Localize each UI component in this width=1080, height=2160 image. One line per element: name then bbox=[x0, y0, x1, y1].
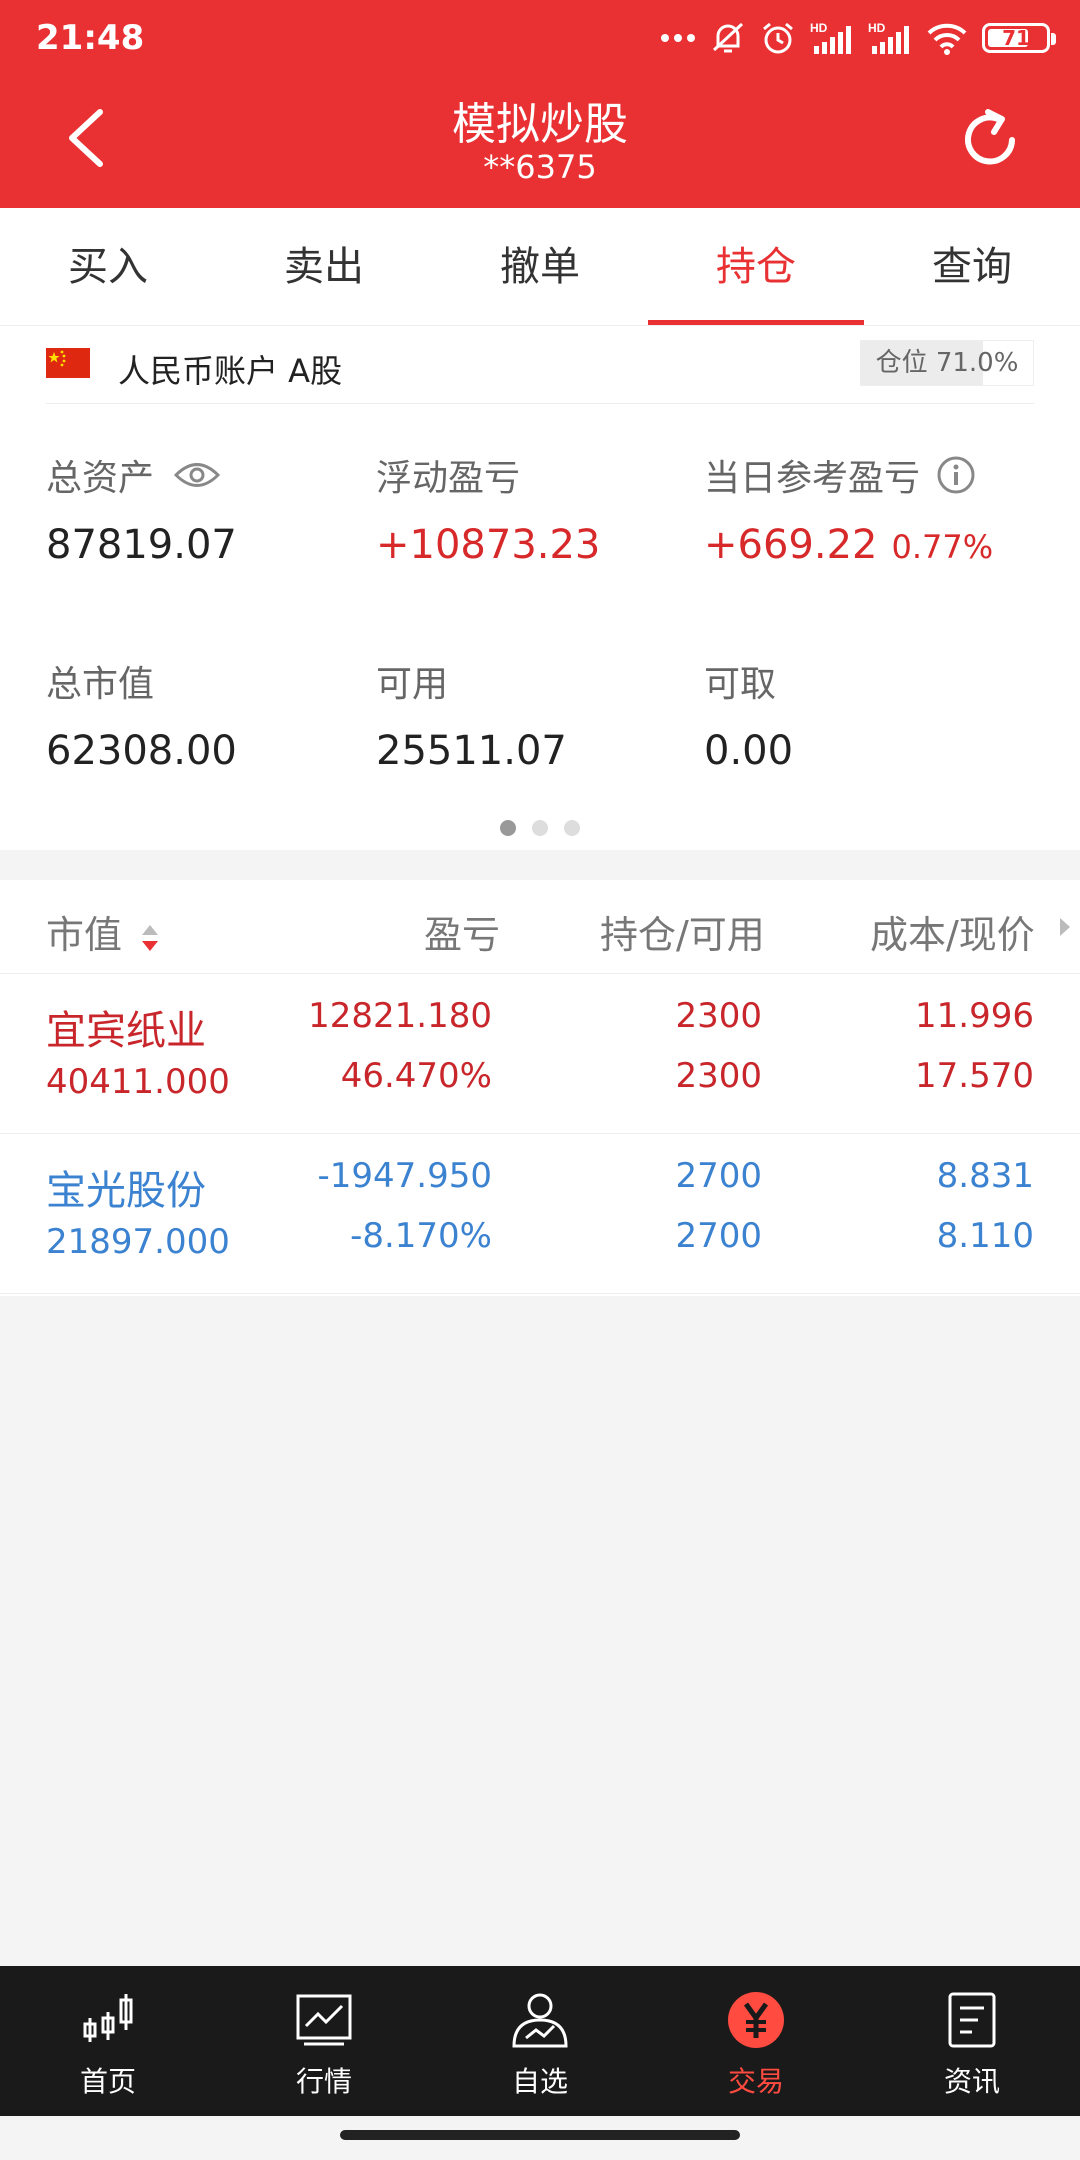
yuan-trade-icon bbox=[724, 1988, 788, 2052]
nav-trade[interactable]: 交易 bbox=[648, 1966, 864, 2116]
daily-pl-label: 当日参考盈亏 bbox=[704, 458, 921, 499]
network-badge-1: HD bbox=[810, 21, 828, 35]
tab-sell[interactable]: 卖出 bbox=[216, 208, 432, 325]
withdrawable-value: 0.00 bbox=[704, 728, 794, 774]
header-position: 持仓/可用 bbox=[600, 913, 765, 957]
position-ratio-text: 仓位 71.0% bbox=[875, 348, 1019, 378]
refresh-button[interactable] bbox=[958, 108, 1022, 172]
stock-pl-pct: -8.170% bbox=[350, 1216, 492, 1256]
holdings-header: 市值 盈亏 持仓/可用 成本/现价 bbox=[0, 880, 1080, 974]
alarm-icon bbox=[763, 22, 793, 54]
market-value-label: 总市值 bbox=[46, 664, 155, 705]
nav-market-label: 行情 bbox=[295, 2065, 352, 2098]
chevron-right-icon[interactable] bbox=[1058, 916, 1072, 938]
holdings-table: 市值 盈亏 持仓/可用 成本/现价 宜宾纸业 40411.000 12821.1… bbox=[0, 880, 1080, 1296]
available-metric: 可用 25511.07 bbox=[376, 656, 696, 774]
nav-trade-label: 交易 bbox=[727, 2065, 784, 2098]
stock-pl: 12821.180 bbox=[308, 996, 492, 1036]
stock-name: 宜宾纸业 bbox=[46, 1008, 206, 1054]
status-bar: 21:48 HD HD 71 bbox=[0, 0, 1080, 76]
withdrawable-metric: 可取 0.00 bbox=[704, 656, 1024, 774]
stock-pl: -1947.950 bbox=[317, 1156, 493, 1196]
status-icons: HD HD 71 bbox=[660, 18, 1056, 58]
stock-available: 2700 bbox=[675, 1216, 762, 1256]
position-ratio-badge: 仓位 71.0% bbox=[860, 340, 1034, 386]
stock-market-value: 40411.000 bbox=[46, 1062, 230, 1102]
nav-home[interactable]: 首页 bbox=[0, 1966, 216, 2116]
holding-row-baoguang[interactable]: 宝光股份 21897.000 -1947.950 -8.170% 2700 27… bbox=[0, 1134, 1080, 1294]
nav-watchlist[interactable]: 自选 bbox=[432, 1966, 648, 2116]
signal-hd-icon-2: HD bbox=[868, 21, 909, 54]
bottom-nav: 首页 行情 自选 交易 资讯 bbox=[0, 1966, 1080, 2116]
header-cost-price: 成本/现价 bbox=[870, 913, 1035, 957]
withdrawable-label: 可取 bbox=[704, 664, 777, 705]
info-icon[interactable] bbox=[936, 455, 976, 495]
header-pl: 盈亏 bbox=[424, 913, 501, 957]
china-flag-icon bbox=[46, 348, 90, 378]
market-value-metric: 总市值 62308.00 bbox=[46, 656, 366, 774]
tab-buy[interactable]: 买入 bbox=[0, 208, 216, 325]
stock-price: 8.110 bbox=[936, 1216, 1034, 1256]
stock-cost: 8.831 bbox=[936, 1156, 1034, 1196]
stock-available: 2300 bbox=[675, 1056, 762, 1096]
battery-level: 71 bbox=[1002, 26, 1030, 50]
account-summary-panel: 人民币账户 A股 仓位 71.0% 总资产 87819.07 浮动盈亏 +108… bbox=[0, 326, 1080, 850]
signal-hd-icon-1: HD bbox=[810, 21, 851, 54]
account-label: 人民币账户 A股 bbox=[118, 352, 343, 390]
tab-holdings[interactable]: 持仓 bbox=[648, 208, 864, 325]
watchlist-user-icon bbox=[508, 1988, 572, 2052]
stock-position: 2700 bbox=[675, 1156, 762, 1196]
available-label: 可用 bbox=[376, 664, 449, 705]
total-assets-label: 总资产 bbox=[46, 458, 155, 499]
app-header: 21:48 HD HD 71 模拟炒股 **6375 bbox=[0, 0, 1080, 208]
stock-pl-pct: 46.470% bbox=[340, 1056, 492, 1096]
daily-pl-value: +669.22 bbox=[704, 522, 878, 568]
stock-name: 宝光股份 bbox=[46, 1168, 206, 1214]
page-dot-3 bbox=[564, 820, 580, 836]
refresh-icon bbox=[965, 109, 1015, 165]
page-dot-1 bbox=[500, 820, 516, 836]
account-number: **6375 bbox=[483, 148, 597, 186]
daily-pl-pct: 0.77% bbox=[891, 528, 994, 566]
more-dots-icon bbox=[661, 34, 695, 42]
floating-pl-value: +10873.23 bbox=[376, 522, 601, 568]
tab-cancel-order[interactable]: 撤单 bbox=[432, 208, 648, 325]
market-chart-icon bbox=[292, 1988, 356, 2052]
network-badge-2: HD bbox=[868, 21, 886, 35]
nav-watchlist-label: 自选 bbox=[511, 2065, 568, 2098]
status-time: 21:48 bbox=[36, 18, 145, 58]
nav-news[interactable]: 资讯 bbox=[864, 1966, 1080, 2116]
page-indicator bbox=[0, 820, 1080, 836]
page-title: 模拟炒股 bbox=[452, 99, 628, 150]
nav-news-label: 资讯 bbox=[943, 2065, 1000, 2098]
home-indicator[interactable] bbox=[340, 2130, 740, 2140]
battery-icon: 71 bbox=[982, 23, 1056, 53]
floating-pl-metric: 浮动盈亏 +10873.23 bbox=[376, 450, 696, 568]
tab-query[interactable]: 查询 bbox=[864, 208, 1080, 325]
stock-market-value: 21897.000 bbox=[46, 1222, 230, 1262]
trade-tabs: 买入 卖出 撤单 持仓 查询 bbox=[0, 208, 1080, 326]
stock-position: 2300 bbox=[675, 996, 762, 1036]
wifi-icon bbox=[927, 23, 967, 55]
available-value: 25511.07 bbox=[376, 728, 567, 774]
mute-bell-icon bbox=[712, 22, 744, 53]
eye-icon[interactable] bbox=[174, 460, 221, 490]
candlestick-icon bbox=[76, 1988, 140, 2052]
account-row: 人民币账户 A股 仓位 71.0% bbox=[46, 326, 1034, 404]
nav-home-label: 首页 bbox=[79, 2065, 136, 2098]
header-market-value[interactable]: 市值 bbox=[46, 904, 160, 959]
floating-pl-label: 浮动盈亏 bbox=[376, 458, 521, 499]
total-assets-metric: 总资产 87819.07 bbox=[46, 450, 366, 568]
page-dot-2 bbox=[532, 820, 548, 836]
news-document-icon bbox=[940, 1988, 1004, 2052]
stock-cost: 11.996 bbox=[915, 996, 1034, 1036]
total-assets-value: 87819.07 bbox=[46, 522, 237, 568]
market-value-value: 62308.00 bbox=[46, 728, 237, 774]
daily-pl-metric: 当日参考盈亏 +669.22 0.77% bbox=[704, 450, 1064, 568]
sort-icon bbox=[142, 924, 159, 951]
holding-row-yibin[interactable]: 宜宾纸业 40411.000 12821.180 46.470% 2300 23… bbox=[0, 974, 1080, 1134]
nav-market[interactable]: 行情 bbox=[216, 1966, 432, 2116]
stock-price: 17.570 bbox=[915, 1056, 1034, 1096]
